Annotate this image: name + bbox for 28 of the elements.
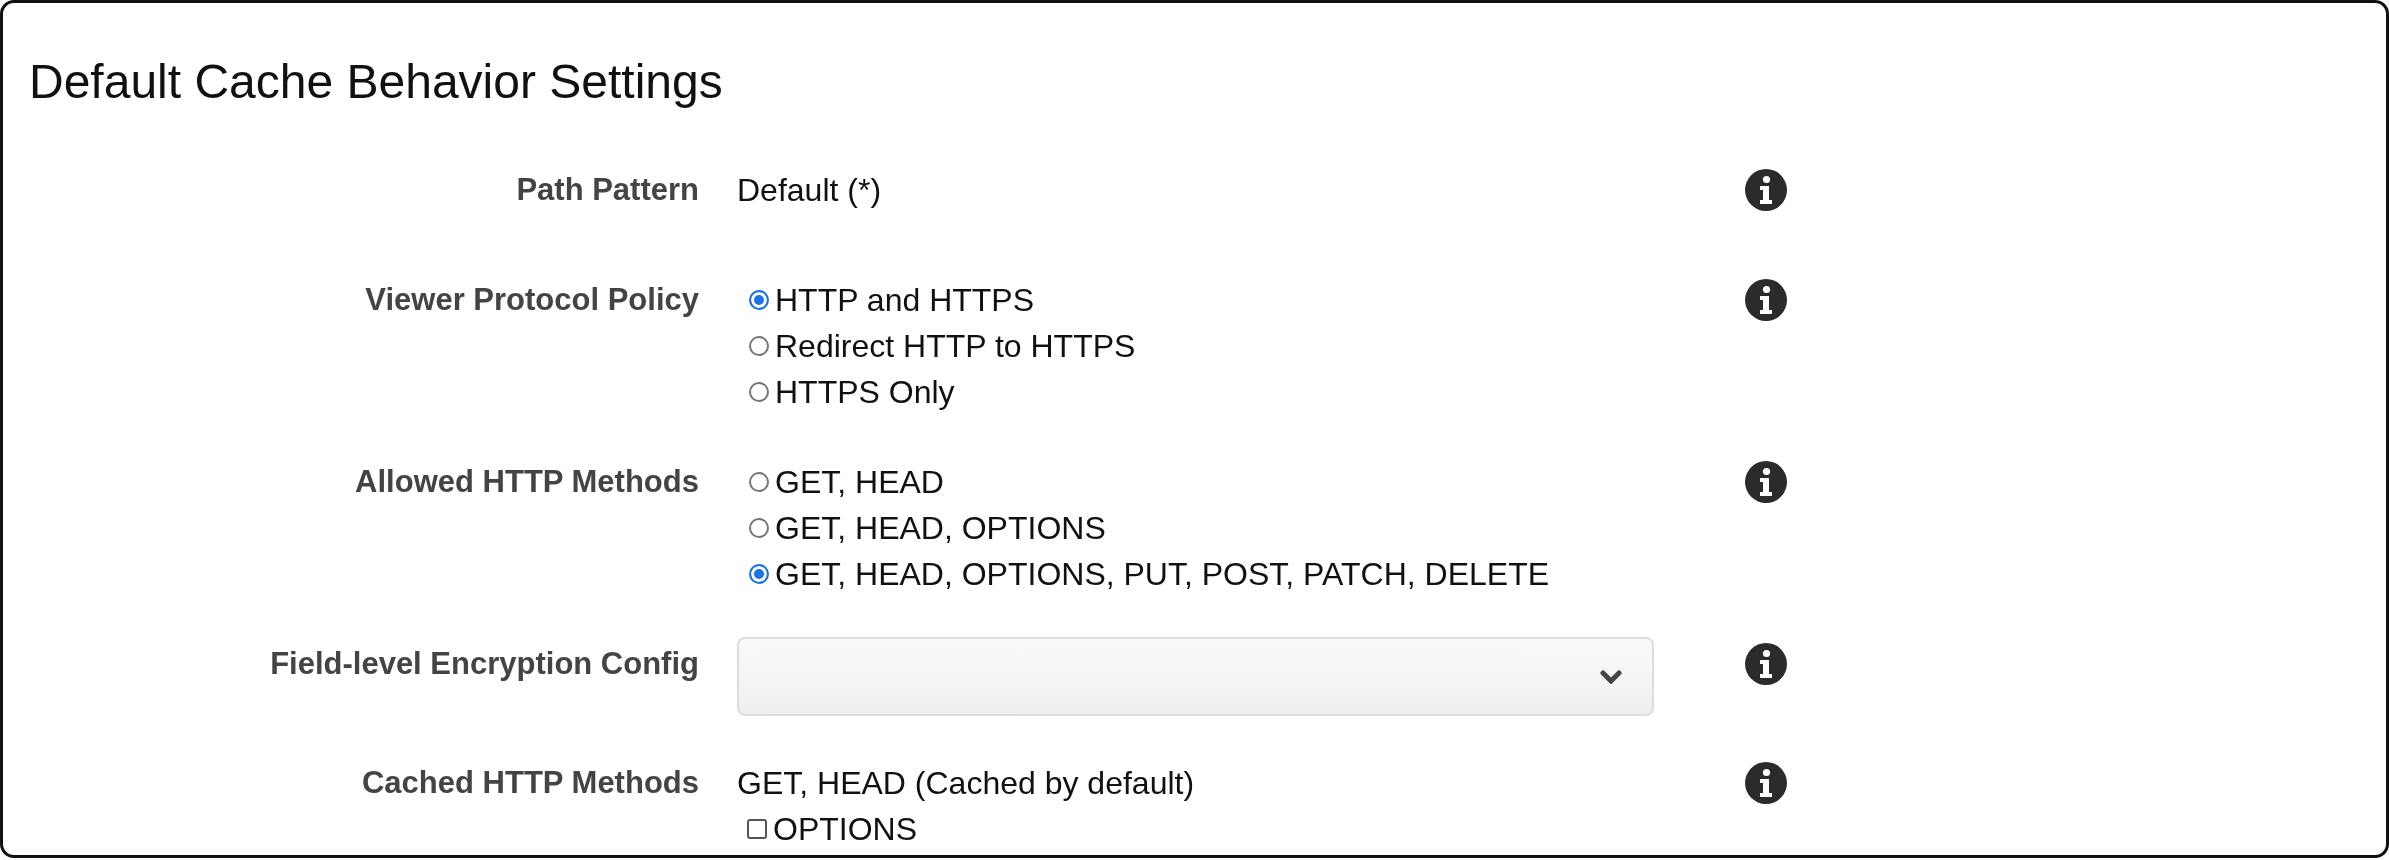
field-label: Allowed HTTP Methods: [355, 463, 699, 501]
field-label: Field-level Encryption Config: [270, 645, 699, 683]
field-value: GET, HEAD (Cached by default): [737, 764, 1195, 803]
info-icon[interactable]: [1744, 460, 1788, 504]
info-icon[interactable]: [1744, 761, 1788, 805]
radio-option[interactable]: GET, HEAD, OPTIONS: [737, 505, 1106, 551]
radio-button[interactable]: [749, 290, 769, 310]
radio-button[interactable]: [749, 336, 769, 356]
radio-option[interactable]: Redirect HTTP to HTTPS: [737, 323, 1136, 369]
field-value: Default (*): [737, 171, 882, 210]
field-label: Viewer Protocol Policy: [365, 281, 699, 319]
radio-option[interactable]: HTTPS Only: [737, 369, 955, 415]
checkbox[interactable]: [747, 819, 767, 839]
info-icon[interactable]: [1744, 278, 1788, 322]
field-label: Cached HTTP Methods: [361, 764, 699, 802]
info-icon[interactable]: [1744, 642, 1788, 686]
radio-option[interactable]: GET, HEAD: [737, 459, 944, 505]
field-label: Path Pattern: [516, 171, 699, 209]
checkbox-option[interactable]: OPTIONS: [737, 806, 917, 852]
chevron-down-icon: [1600, 669, 1622, 684]
panel-title: Default Cache Behavior Settings: [29, 54, 723, 110]
radio-button[interactable]: [749, 382, 769, 402]
radio-button[interactable]: [749, 472, 769, 492]
radio-option[interactable]: HTTP and HTTPS: [737, 277, 1035, 323]
radio-option[interactable]: GET, HEAD, OPTIONS, PUT, POST, PATCH, DELETE: [737, 551, 1550, 597]
info-icon[interactable]: [1744, 168, 1788, 212]
radio-button[interactable]: [749, 518, 769, 538]
radio-button[interactable]: [749, 564, 769, 584]
